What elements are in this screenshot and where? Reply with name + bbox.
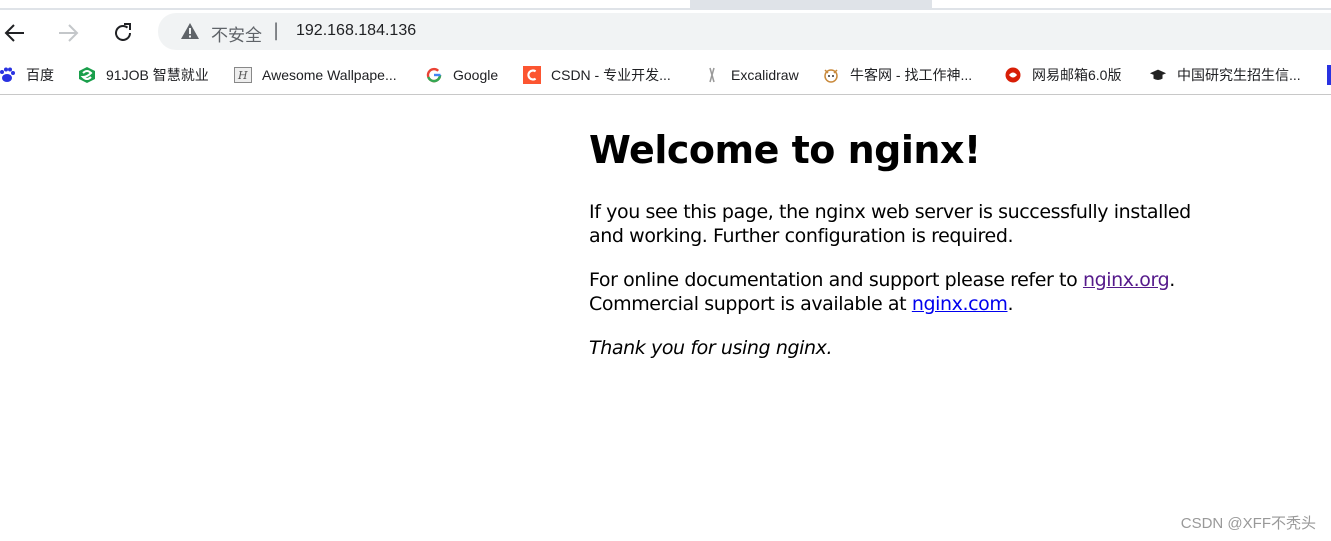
page-content: Welcome to nginx! If you see this page, … — [589, 120, 1289, 360]
commercial-period: . — [1007, 293, 1014, 315]
bookmark-csdn[interactable]: CSDN - 专业开发... — [523, 64, 671, 86]
bookmark-baidu[interactable]: 百度 — [0, 64, 54, 86]
bookmark-label: 91JOB 智慧就业 — [106, 67, 209, 83]
graduation-cap-icon — [1149, 66, 1167, 84]
netease-mail-icon — [1004, 66, 1022, 84]
excalidraw-icon — [703, 66, 721, 84]
google-g-icon — [425, 66, 443, 84]
tab-strip — [0, 0, 1331, 10]
page-title: Welcome to nginx! — [589, 128, 981, 172]
bookmark-label: Excalidraw — [731, 67, 799, 83]
security-label[interactable]: 不安全 — [211, 21, 262, 46]
warning-triangle-icon[interactable] — [180, 22, 200, 40]
bookmark-label: 百度 — [26, 67, 54, 83]
tab-divider — [694, 0, 928, 8]
nginx-com-link[interactable]: nginx.com — [912, 293, 1008, 315]
forward-button[interactable] — [53, 18, 83, 48]
arrow-left-icon — [4, 24, 24, 42]
nowcoder-icon — [822, 66, 840, 84]
bookmark-label: 网易邮箱6.0版 — [1032, 67, 1122, 83]
wallpaper-logo-icon: H — [234, 66, 252, 84]
arrow-right-icon — [59, 24, 79, 42]
bookmarks-bar: 百度 91JOB 智慧就业 H Awesome Wallpape... Goog… — [0, 56, 1331, 95]
bookmark-awesome-wallpaper[interactable]: H Awesome Wallpape... — [234, 64, 397, 86]
bookmark-excalidraw[interactable]: Excalidraw — [703, 64, 799, 86]
docs-period: . — [1169, 269, 1175, 291]
browser-toolbar: 不安全 | 192.168.184.136 — [0, 10, 1331, 56]
bookmark-label: Google — [453, 67, 499, 83]
address-separator: | — [273, 20, 280, 41]
baidu-paw-icon — [0, 66, 16, 84]
nginx-org-link[interactable]: nginx.org — [1083, 269, 1170, 291]
reload-icon — [115, 23, 131, 41]
csdn-c-icon — [523, 66, 541, 84]
bookmark-nowcoder[interactable]: 牛客网 - 找工作神... — [822, 64, 972, 86]
url-text[interactable]: 192.168.184.136 — [296, 22, 416, 40]
docs-text: For online documentation and support ple… — [589, 269, 1083, 291]
docs-paragraph: For online documentation and support ple… — [589, 268, 1289, 316]
bookmark-overflow-icon[interactable] — [1327, 65, 1331, 85]
commercial-text: Commercial support is available at — [589, 293, 912, 315]
tab-next[interactable] — [932, 0, 1331, 8]
bookmark-google[interactable]: Google — [425, 64, 498, 86]
back-button[interactable] — [0, 18, 30, 48]
svg-text:H: H — [237, 69, 248, 82]
reload-button[interactable] — [108, 18, 138, 48]
bookmark-label: 牛客网 - 找工作神... — [850, 67, 973, 83]
91job-logo-icon — [78, 66, 96, 84]
thanks-paragraph: Thank you for using nginx. — [589, 337, 833, 359]
bookmark-netease-mail[interactable]: 网易邮箱6.0版 — [1004, 64, 1121, 86]
tab-previous[interactable] — [0, 0, 690, 8]
bookmark-label: 中国研究生招生信... — [1177, 67, 1301, 83]
csdn-watermark: CSDN @XFF不秃头 — [1180, 515, 1316, 532]
bookmark-91job[interactable]: 91JOB 智慧就业 — [78, 64, 209, 86]
bookmark-label: CSDN - 专业开发... — [551, 67, 671, 83]
bookmark-graduate-admissions[interactable]: 中国研究生招生信... — [1149, 64, 1301, 86]
intro-paragraph: If you see this page, the nginx web serv… — [589, 201, 1191, 247]
address-bar[interactable]: 不安全 | 192.168.184.136 — [158, 13, 1331, 50]
bookmark-label: Awesome Wallpape... — [262, 67, 397, 83]
